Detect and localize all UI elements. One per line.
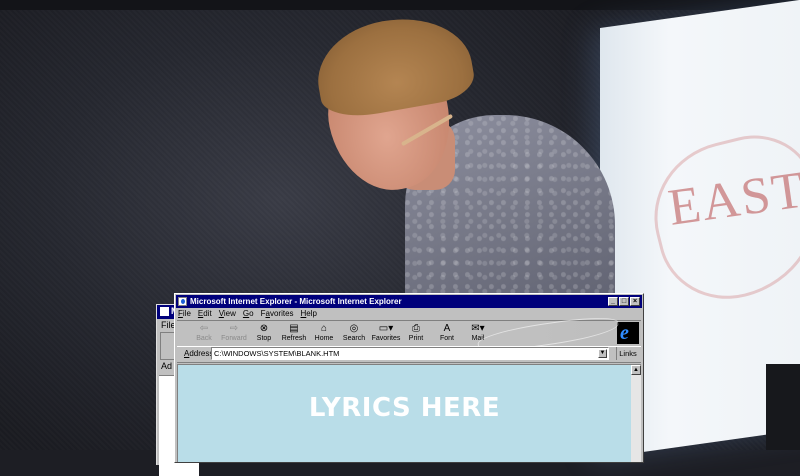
favorites-label: Favorites <box>371 335 401 342</box>
refresh-label: Refresh <box>281 335 307 342</box>
lyrics-placeholder-text: LYRICS HERE <box>308 393 501 423</box>
close-button[interactable]: × <box>630 297 640 306</box>
address-bar: Address C:\WINDOWS\SYSTEM\BLANK.HTM ▼ Li… <box>177 346 641 363</box>
vertical-scrollbar[interactable]: ▲ <box>631 365 641 462</box>
menu-help[interactable]: Help <box>301 309 317 319</box>
page-area: LYRICS HERE <box>178 365 631 462</box>
back-button[interactable]: ⇦ Back <box>189 323 219 344</box>
print-label: Print <box>408 335 424 342</box>
back-label: Back <box>196 335 212 342</box>
menu-edit[interactable]: Edit <box>198 309 212 319</box>
stop-button[interactable]: ⊗ Stop <box>249 323 279 344</box>
scroll-up-icon[interactable]: ▲ <box>631 365 641 375</box>
search-label: Search <box>342 335 366 342</box>
ie-logo-icon: e <box>617 322 639 344</box>
maximize-button[interactable]: □ <box>619 297 629 306</box>
refresh-icon: ▤ <box>289 323 299 334</box>
font-label: Font <box>439 335 454 342</box>
mail-button[interactable]: ✉▾ Mail <box>463 323 493 344</box>
menu-favorites[interactable]: Favorites <box>261 309 294 319</box>
forward-label: Forward <box>221 335 247 342</box>
menu-bar: File Edit View Go Favorites Help <box>178 309 324 319</box>
links-button[interactable]: Links <box>616 347 639 360</box>
forward-arrow-icon: ⇨ <box>229 323 239 334</box>
print-button[interactable]: ⎙ Print <box>401 323 431 344</box>
forward-button[interactable]: ⇨ Forward <box>219 323 249 344</box>
ie-window-icon <box>178 297 187 306</box>
search-icon: ◎ <box>349 323 359 334</box>
stop-label: Stop <box>256 335 272 342</box>
home-icon: ⌂ <box>320 323 328 334</box>
mail-icon: ✉▾ <box>471 323 485 334</box>
menu-file[interactable]: File <box>178 309 191 319</box>
font-button[interactable]: A Font <box>432 323 462 344</box>
ie-window-icon <box>160 307 169 316</box>
refresh-button[interactable]: ▤ Refresh <box>279 323 309 344</box>
top-dark-strip <box>0 0 800 10</box>
favorites-button[interactable]: ▭▾ Favorites <box>371 323 401 344</box>
toolbar: ⇦ Back ⇨ Forward ⊗ Stop ▤ Refresh ⌂ Home… <box>177 320 641 347</box>
window-titlebar[interactable]: Microsoft Internet Explorer - Microsoft … <box>176 295 642 308</box>
minimize-button[interactable]: _ <box>608 297 618 306</box>
search-button[interactable]: ◎ Search <box>339 323 369 344</box>
mail-label: Mail <box>471 335 485 342</box>
favorites-folder-icon: ▭▾ <box>378 323 394 334</box>
stage-speaker-box <box>766 364 800 450</box>
font-icon: A <box>443 323 451 334</box>
home-button[interactable]: ⌂ Home <box>309 323 339 344</box>
address-label: Address <box>184 349 214 358</box>
window-title: Microsoft Internet Explorer - Microsoft … <box>190 297 402 306</box>
address-dropdown-icon[interactable]: ▼ <box>598 349 607 358</box>
printer-icon: ⎙ <box>412 323 420 334</box>
background-window-address-label: Ad <box>161 361 173 371</box>
menu-go[interactable]: Go <box>243 309 254 319</box>
page-content[interactable]: LYRICS HERE ▲ <box>177 364 641 462</box>
address-input[interactable]: C:\WINDOWS\SYSTEM\BLANK.HTM ▼ <box>211 347 609 360</box>
menu-view[interactable]: View <box>219 309 236 319</box>
stop-icon: ⊗ <box>259 323 269 334</box>
back-arrow-icon: ⇦ <box>199 323 209 334</box>
address-value: C:\WINDOWS\SYSTEM\BLANK.HTM <box>214 349 340 358</box>
browser-window[interactable]: Microsoft Internet Explorer - Microsoft … <box>174 293 644 463</box>
home-label: Home <box>314 335 334 342</box>
